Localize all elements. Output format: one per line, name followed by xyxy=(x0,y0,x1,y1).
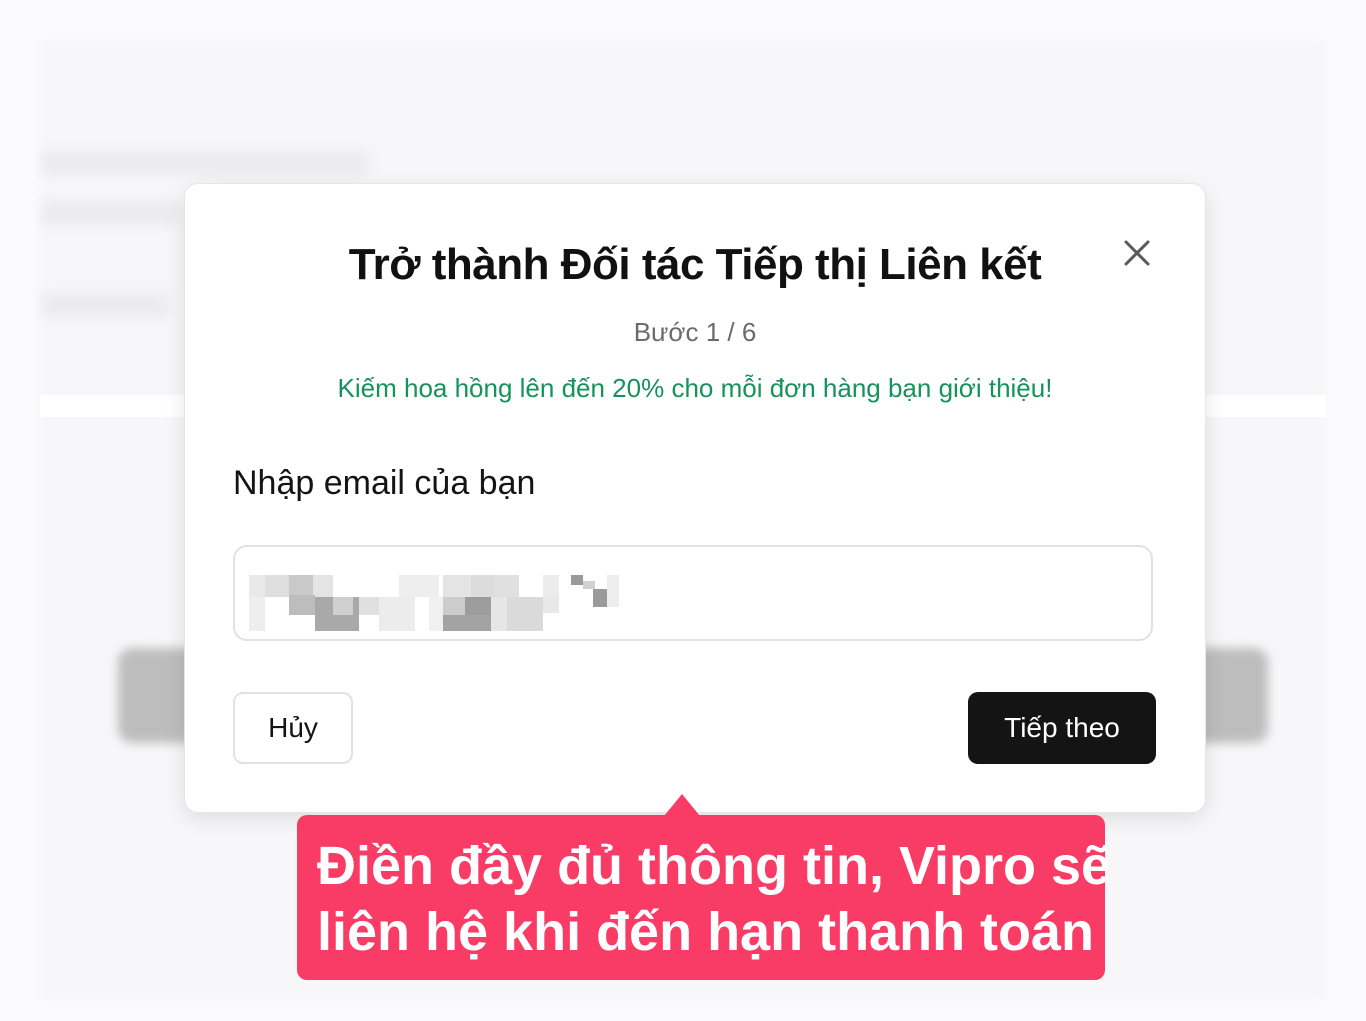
cancel-button[interactable]: Hủy xyxy=(233,692,353,764)
email-field[interactable] xyxy=(233,545,1153,641)
email-label: Nhập email của bạn xyxy=(233,464,536,502)
close-button[interactable] xyxy=(1118,234,1156,272)
background-text-blur xyxy=(40,200,180,226)
modal-title: Trở thành Đối tác Tiếp thị Liên kết xyxy=(348,240,1042,289)
annotation-callout: Điền đầy đủ thông tin, Vipro sẽ liên hệ … xyxy=(297,815,1112,980)
background-text-blur xyxy=(40,150,370,176)
affiliate-signup-modal: Trở thành Đối tác Tiếp thị Liên kết Bước… xyxy=(184,183,1206,813)
next-button[interactable]: Tiếp theo xyxy=(968,692,1156,764)
callout-pointer xyxy=(664,794,700,816)
background-text-blur xyxy=(40,292,170,318)
callout-line-2: liên hệ khi đến hạn thanh toán xyxy=(317,902,1095,962)
commission-promo: Kiếm hoa hồng lên đến 20% cho mỗi đơn hà… xyxy=(337,373,1053,403)
step-indicator: Bước 1 / 6 xyxy=(633,317,757,347)
close-icon xyxy=(1124,240,1150,266)
callout-line-1: Điền đầy đủ thông tin, Vipro sẽ xyxy=(317,836,1112,896)
